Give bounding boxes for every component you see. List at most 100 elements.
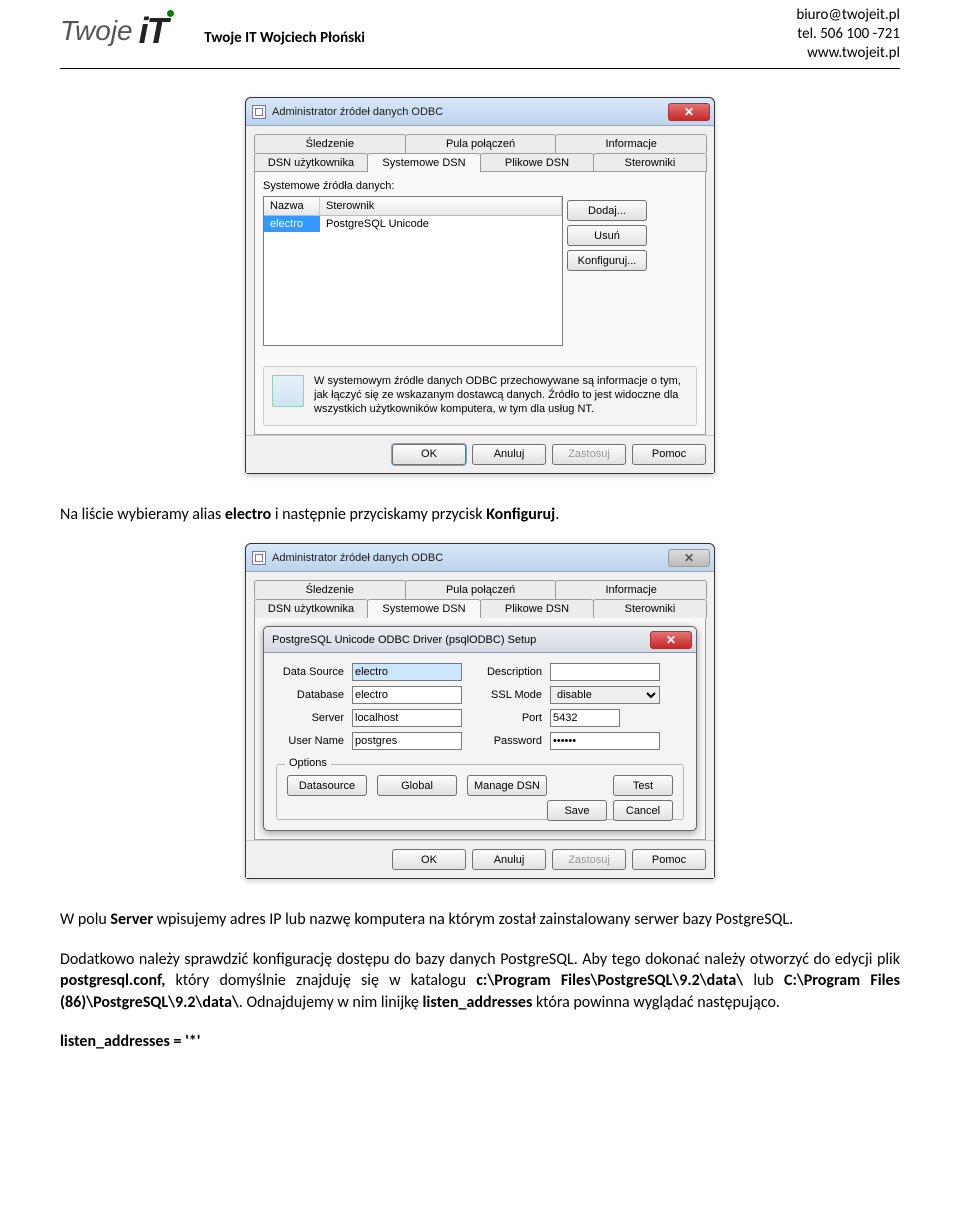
list-item[interactable]: electro PostgreSQL Unicode [264,216,562,232]
entry-name: electro [264,216,320,232]
cancel-button[interactable]: Anuluj [472,849,546,870]
company-name: Twoje IT Wojciech Płoński [204,29,365,47]
window-title: Administrator źródeł danych ODBC [272,552,668,564]
window-title: Administrator źródeł danych ODBC [272,106,668,118]
tab-info[interactable]: Informacje [555,134,707,153]
paragraph-1: Na liście wybieramy alias electro i nast… [60,504,900,526]
label-username: User Name [276,735,352,747]
paragraph-4: listen_addresses = '*' [60,1031,900,1053]
titlebar: Administrator źródeł danych ODBC ✕ [246,544,714,572]
tab-panel: Systemowe źródła danych: Nazwa Sterownik… [254,171,706,434]
contact-email: biuro@twojeit.pl [796,6,900,25]
list-header: Nazwa Sterownik [264,197,562,216]
tab-userdsn[interactable]: DSN użytkownika [254,153,368,172]
close-icon[interactable]: ✕ [668,103,710,121]
label-password: Password [480,735,550,747]
datasource-options-button[interactable]: Datasource [287,775,367,796]
contact-tel: tel. 506 100 -721 [796,25,900,44]
bold-postgresql-conf: postgresql.conf, [60,971,165,990]
dialog-buttons: OK Anuluj Zastosuj Pomoc [246,435,714,473]
tab-pool[interactable]: Pula połączeń [405,580,557,599]
list-label: Systemowe źródła danych: [263,180,697,192]
datasource-icon [272,375,304,407]
paragraph-3: Dodatkowo należy sprawdzić konfigurację … [60,949,900,1014]
system-icon [252,105,266,119]
tab-userdsn[interactable]: DSN użytkownika [254,599,368,618]
label-server: Server [276,712,352,724]
ok-button[interactable]: OK [392,444,466,465]
tab-tracing[interactable]: Śledzenie [254,134,406,153]
manage-dsn-button[interactable]: Manage DSN [467,775,547,796]
contact-block: biuro@twojeit.pl tel. 506 100 -721 www.t… [796,6,900,62]
logo-word2: iT [139,10,167,51]
tabstrip: Śledzenie Pula połączeń Informacje DSN u… [246,126,714,434]
remove-button[interactable]: Usuń [567,225,647,246]
tab-drivers[interactable]: Sterowniki [593,153,707,172]
paragraph-2: W polu Server wpisujemy adres IP lub naz… [60,909,900,931]
logo-block: Twoje iT Twoje IT Wojciech Płoński [60,10,365,52]
close-icon[interactable]: ✕ [668,549,710,567]
cancel-setup-button[interactable]: Cancel [613,800,673,821]
tab-systemdsn[interactable]: Systemowe DSN [367,599,481,618]
bold-listen-addresses-line: listen_addresses = '*' [60,1032,201,1051]
bold-konfiguruj: Konfiguruj [486,505,555,524]
tab-panel: PostgreSQL Unicode ODBC Driver (psqlODBC… [254,617,706,840]
tab-filedsn[interactable]: Plikowe DSN [480,599,594,618]
odbc-admin-window: Administrator źródeł danych ODBC ✕ Śledz… [245,97,715,473]
password-field[interactable] [550,732,660,750]
test-button[interactable]: Test [613,775,673,796]
bold-server: Server [110,910,153,929]
tab-filedsn[interactable]: Plikowe DSN [480,153,594,172]
screenshot-1: Administrator źródeł danych ODBC ✕ Śledz… [60,97,900,473]
tab-tracing[interactable]: Śledzenie [254,580,406,599]
help-button[interactable]: Pomoc [632,444,706,465]
username-field[interactable] [352,732,462,750]
label-description: Description [480,666,550,678]
sslmode-field[interactable]: disable [550,686,660,704]
help-button[interactable]: Pomoc [632,849,706,870]
global-options-button[interactable]: Global [377,775,457,796]
port-field[interactable] [550,709,620,727]
bold-listen-addresses: listen_addresses [423,993,533,1012]
save-button[interactable]: Save [547,800,607,821]
info-text: W systemowym źródle danych ODBC przechow… [314,375,688,416]
logo-word1: Twoje [60,15,133,47]
tabstrip: Śledzenie Pula połączeń Informacje DSN u… [246,572,714,840]
entry-driver: PostgreSQL Unicode [320,216,562,232]
label-datasource: Data Source [276,666,352,678]
apply-button[interactable]: Zastosuj [552,444,626,465]
server-field[interactable] [352,709,462,727]
cancel-button[interactable]: Anuluj [472,444,546,465]
label-port: Port [480,712,550,724]
label-database: Database [276,689,352,701]
dialog-buttons: OK Anuluj Zastosuj Pomoc [246,840,714,878]
tab-info[interactable]: Informacje [555,580,707,599]
options-label: Options [285,757,331,769]
label-sslmode: SSL Mode [480,689,550,701]
close-icon[interactable]: ✕ [650,631,692,649]
contact-web: www.twojeit.pl [796,44,900,63]
setup-title: PostgreSQL Unicode ODBC Driver (psqlODBC… [272,634,536,646]
tab-pool[interactable]: Pula połączeń [405,134,557,153]
system-icon [252,551,266,565]
ok-button[interactable]: OK [392,849,466,870]
setup-titlebar: PostgreSQL Unicode ODBC Driver (psqlODBC… [264,627,696,653]
add-button[interactable]: Dodaj... [567,200,647,221]
tab-systemdsn[interactable]: Systemowe DSN [367,153,481,172]
description-field[interactable] [550,663,660,681]
odbc-setup-dialog: PostgreSQL Unicode ODBC Driver (psqlODBC… [263,626,697,831]
screenshot-2: Administrator źródeł danych ODBC ✕ Śledz… [60,543,900,879]
page-header: Twoje iT Twoje IT Wojciech Płoński biuro… [60,10,900,69]
apply-button[interactable]: Zastosuj [552,849,626,870]
odbc-admin-window-2: Administrator źródeł danych ODBC ✕ Śledz… [245,543,715,879]
configure-button[interactable]: Konfiguruj... [567,250,647,271]
database-field[interactable] [352,686,462,704]
datasource-field[interactable] [352,663,462,681]
bold-path1: c:\Program Files\PostgreSQL\9.2\data\ [476,971,743,990]
tab-drivers[interactable]: Sterowniki [593,599,707,618]
dsn-listbox[interactable]: Nazwa Sterownik electro PostgreSQL Unico… [263,196,563,346]
logo-dot-icon [167,10,174,17]
col-name: Nazwa [264,197,320,215]
bold-electro: electro [225,505,271,524]
titlebar: Administrator źródeł danych ODBC ✕ [246,98,714,126]
